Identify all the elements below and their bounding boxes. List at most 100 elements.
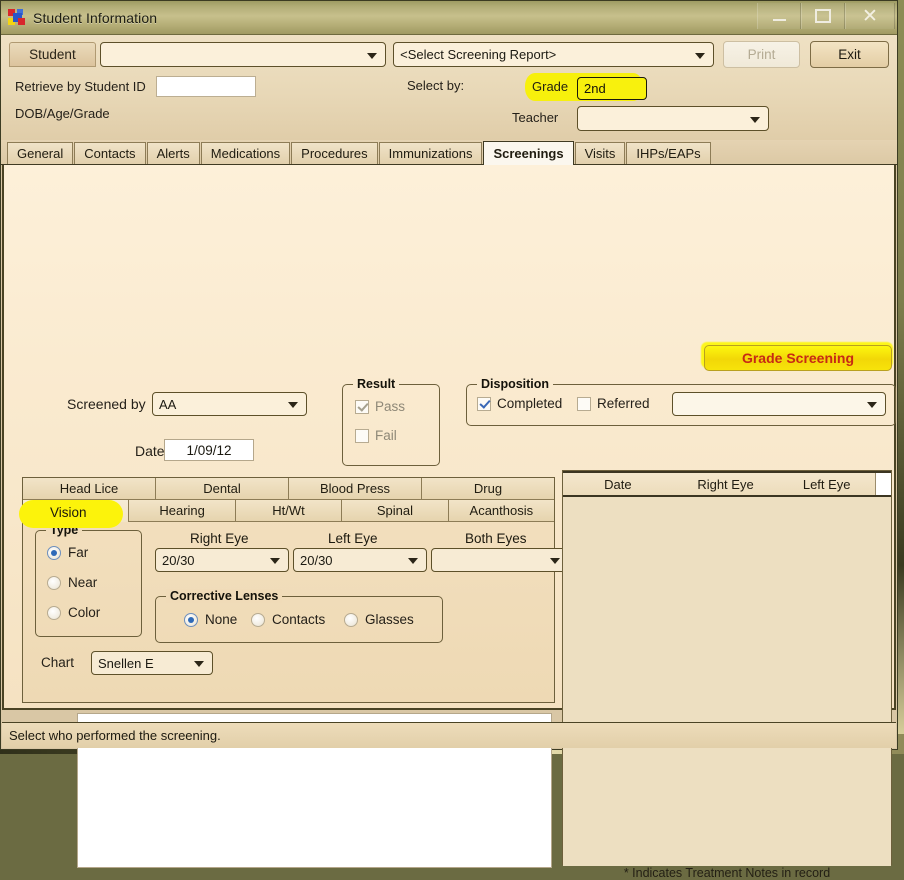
chevron-down-icon xyxy=(367,53,377,59)
checkbox-icon xyxy=(577,397,591,411)
print-button[interactable]: Print xyxy=(723,41,800,68)
tab-medications[interactable]: Medications xyxy=(201,142,290,164)
exit-button[interactable]: Exit xyxy=(810,41,889,68)
maximize-button[interactable] xyxy=(801,3,845,29)
grade-screening-button[interactable]: Grade Screening xyxy=(704,345,892,371)
tab-ihps-eaps[interactable]: IHPs/EAPs xyxy=(626,142,710,164)
screened-by-label: Screened by xyxy=(67,396,146,412)
lens-contacts-label: Contacts xyxy=(272,612,325,627)
lens-contacts-radio[interactable]: Contacts xyxy=(251,612,325,627)
vision-type-near-label: Near xyxy=(68,575,97,590)
both-eyes-label: Both Eyes xyxy=(465,531,527,546)
right-eye-select[interactable]: 20/30 xyxy=(155,548,289,572)
result-pass-checkbox[interactable]: Pass xyxy=(355,399,405,414)
screening-report-select[interactable]: <Select Screening Report> xyxy=(393,42,714,67)
student-lookup-header: Student <Select Screening Report> Print … xyxy=(1,35,897,140)
grid-vertical-scrollbar[interactable] xyxy=(875,473,891,495)
result-fail-checkbox[interactable]: Fail xyxy=(355,428,397,443)
subtab-drug[interactable]: Drug xyxy=(422,478,554,500)
grade-select[interactable]: 2nd xyxy=(577,77,647,100)
grid-column-date[interactable]: Date xyxy=(563,477,673,492)
retrieve-by-student-id-label: Retrieve by Student ID xyxy=(15,79,146,94)
disposition-group-title: Disposition xyxy=(477,377,553,391)
disposition-referred-checkbox[interactable]: Referred xyxy=(577,396,650,411)
tab-immunizations[interactable]: Immunizations xyxy=(379,142,483,164)
grid-body[interactable] xyxy=(563,497,891,866)
radio-icon xyxy=(47,576,61,590)
lens-glasses-radio[interactable]: Glasses xyxy=(344,612,414,627)
referral-select[interactable] xyxy=(672,392,886,416)
checkbox-icon xyxy=(477,397,491,411)
main-tab-strip: General Contacts Alerts Medications Proc… xyxy=(1,140,897,165)
chevron-down-icon xyxy=(750,117,760,123)
chevron-down-icon xyxy=(270,558,280,564)
subtab-dental[interactable]: Dental xyxy=(156,478,289,500)
minimize-button[interactable] xyxy=(757,3,801,29)
corrective-lenses-group: Corrective Lenses None Contacts Glasses xyxy=(155,596,443,643)
window-controls: ✕ xyxy=(757,1,895,31)
subtab-ht-wt[interactable]: Ht/Wt xyxy=(236,500,342,522)
vision-type-color-label: Color xyxy=(68,605,100,620)
left-eye-select[interactable]: 20/30 xyxy=(293,548,427,572)
chevron-down-icon xyxy=(695,53,705,59)
lens-glasses-label: Glasses xyxy=(365,612,414,627)
radio-icon xyxy=(47,606,61,620)
vision-type-far-radio[interactable]: Far xyxy=(47,545,88,560)
result-fail-label: Fail xyxy=(375,428,397,443)
tab-screenings[interactable]: Screenings xyxy=(483,141,573,165)
disposition-referred-label: Referred xyxy=(597,396,650,411)
chevron-down-icon xyxy=(550,558,560,564)
chart-value: Snellen E xyxy=(98,656,154,671)
grid-header-row: Date Right Eye Left Eye xyxy=(563,471,891,497)
chart-select[interactable]: Snellen E xyxy=(91,651,213,675)
screened-by-select[interactable]: AA xyxy=(152,392,307,416)
disposition-completed-label: Completed xyxy=(497,396,562,411)
radio-icon xyxy=(184,613,198,627)
subtab-blood-press[interactable]: Blood Press xyxy=(289,478,422,500)
tab-visits[interactable]: Visits xyxy=(575,142,626,164)
title-bar: Student Information ✕ xyxy=(1,1,897,35)
left-eye-label: Left Eye xyxy=(328,531,378,546)
student-id-input[interactable] xyxy=(156,76,256,97)
subtab-vision-label: Vision xyxy=(50,505,87,520)
student-information-window: Student Information ✕ Student <Select Sc… xyxy=(0,0,898,750)
lens-none-label: None xyxy=(205,612,237,627)
tab-contacts[interactable]: Contacts xyxy=(74,142,145,164)
student-select[interactable] xyxy=(100,42,386,67)
checkbox-icon xyxy=(355,400,369,414)
result-pass-label: Pass xyxy=(375,399,405,414)
subtab-head-lice[interactable]: Head Lice xyxy=(23,478,156,500)
lens-none-radio[interactable]: None xyxy=(184,612,237,627)
header-row-1: Student <Select Screening Report> Print … xyxy=(9,41,889,68)
chevron-down-icon xyxy=(288,402,298,408)
disposition-group: Disposition Completed Referred xyxy=(466,384,896,426)
close-button[interactable]: ✕ xyxy=(845,3,895,29)
result-group-title: Result xyxy=(353,377,399,391)
status-message: Select who performed the screening. xyxy=(9,728,221,743)
subtab-hearing[interactable]: Hearing xyxy=(129,500,235,522)
window-title: Student Information xyxy=(33,10,157,26)
grade-label: Grade xyxy=(532,79,568,94)
grid-column-left-eye[interactable]: Left Eye xyxy=(778,477,875,492)
radio-icon xyxy=(344,613,358,627)
tab-alerts[interactable]: Alerts xyxy=(147,142,200,164)
tab-procedures[interactable]: Procedures xyxy=(291,142,377,164)
chevron-down-icon xyxy=(408,558,418,564)
subtab-spinal[interactable]: Spinal xyxy=(342,500,448,522)
teacher-select[interactable] xyxy=(577,106,769,131)
header-row-2: Retrieve by Student ID Select by: Grade … xyxy=(9,76,889,97)
date-input[interactable]: 1/09/12 xyxy=(164,439,254,461)
student-label-button[interactable]: Student xyxy=(9,42,96,67)
tab-general[interactable]: General xyxy=(7,142,73,164)
vision-type-color-radio[interactable]: Color xyxy=(47,605,100,620)
screening-subtabs-row-1: Head Lice Dental Blood Press Drug xyxy=(23,478,554,500)
subtab-acanthosis[interactable]: Acanthosis xyxy=(449,500,554,522)
screened-by-value: AA xyxy=(159,397,176,412)
select-by-label: Select by: xyxy=(407,78,464,93)
disposition-completed-checkbox[interactable]: Completed xyxy=(477,396,562,411)
both-eyes-select[interactable] xyxy=(431,548,569,572)
grid-column-right-eye[interactable]: Right Eye xyxy=(673,477,779,492)
corrective-lenses-group-title: Corrective Lenses xyxy=(166,589,282,603)
teacher-label: Teacher xyxy=(512,110,558,125)
vision-type-near-radio[interactable]: Near xyxy=(47,575,97,590)
